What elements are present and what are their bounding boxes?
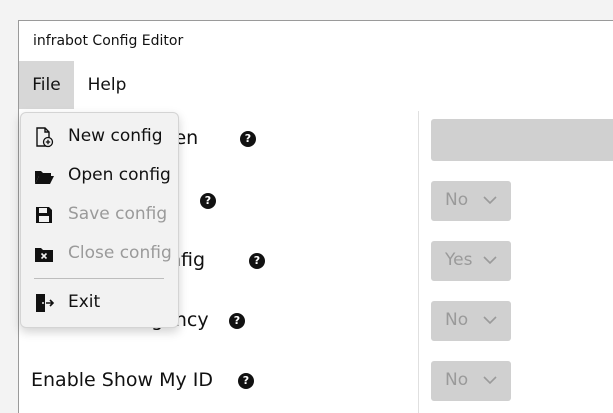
menu-item-exit[interactable]: Exit <box>21 283 178 321</box>
chevron-down-icon <box>483 376 497 385</box>
file-menu-dropdown: New config Open config Save config Close… <box>20 112 179 328</box>
menu-file[interactable]: File <box>19 61 74 109</box>
select-value: No <box>445 190 469 210</box>
menu-item-open-config[interactable]: Open config <box>21 156 178 194</box>
chevron-down-icon <box>483 316 497 325</box>
boolean-select[interactable]: Yes <box>431 241 511 281</box>
setting-row: Enable Show My ID ? No <box>19 361 613 401</box>
select-value: No <box>445 310 469 330</box>
menu-item-label: New config <box>68 126 163 146</box>
menu-item-close-config[interactable]: Close config <box>21 234 178 272</box>
select-value: No <box>445 370 469 390</box>
text-input[interactable] <box>431 119 613 161</box>
chevron-down-icon <box>483 256 497 265</box>
menu-item-new-config[interactable]: New config <box>21 117 178 155</box>
boolean-select[interactable]: No <box>431 301 511 341</box>
help-icon[interactable]: ? <box>249 253 265 269</box>
menu-item-save-config[interactable]: Save config <box>21 195 178 233</box>
menu-help[interactable]: Help <box>76 61 138 109</box>
menu-item-label: Exit <box>68 292 101 312</box>
setting-label: Enable Show My ID <box>31 369 213 391</box>
title-bar: infrabot Config Editor <box>19 21 613 61</box>
help-icon[interactable]: ? <box>200 193 216 209</box>
select-value: Yes <box>445 250 473 270</box>
menu-item-label: Open config <box>68 165 171 185</box>
open-folder-icon <box>35 171 54 184</box>
help-icon[interactable]: ? <box>240 131 256 147</box>
new-file-icon <box>36 127 54 148</box>
boolean-select[interactable]: No <box>431 181 511 221</box>
boolean-select[interactable]: No <box>431 361 511 401</box>
menu-item-label: Save config <box>68 204 168 224</box>
exit-icon <box>36 294 55 312</box>
window-title: infrabot Config Editor <box>33 33 184 49</box>
close-file-icon <box>35 248 53 262</box>
menu-bar: File Help <box>19 61 613 109</box>
chevron-down-icon <box>483 196 497 205</box>
help-icon[interactable]: ? <box>238 373 254 389</box>
save-icon <box>36 207 52 223</box>
menu-item-label: Close config <box>68 243 172 263</box>
help-icon[interactable]: ? <box>229 313 245 329</box>
menu-separator <box>34 278 164 279</box>
